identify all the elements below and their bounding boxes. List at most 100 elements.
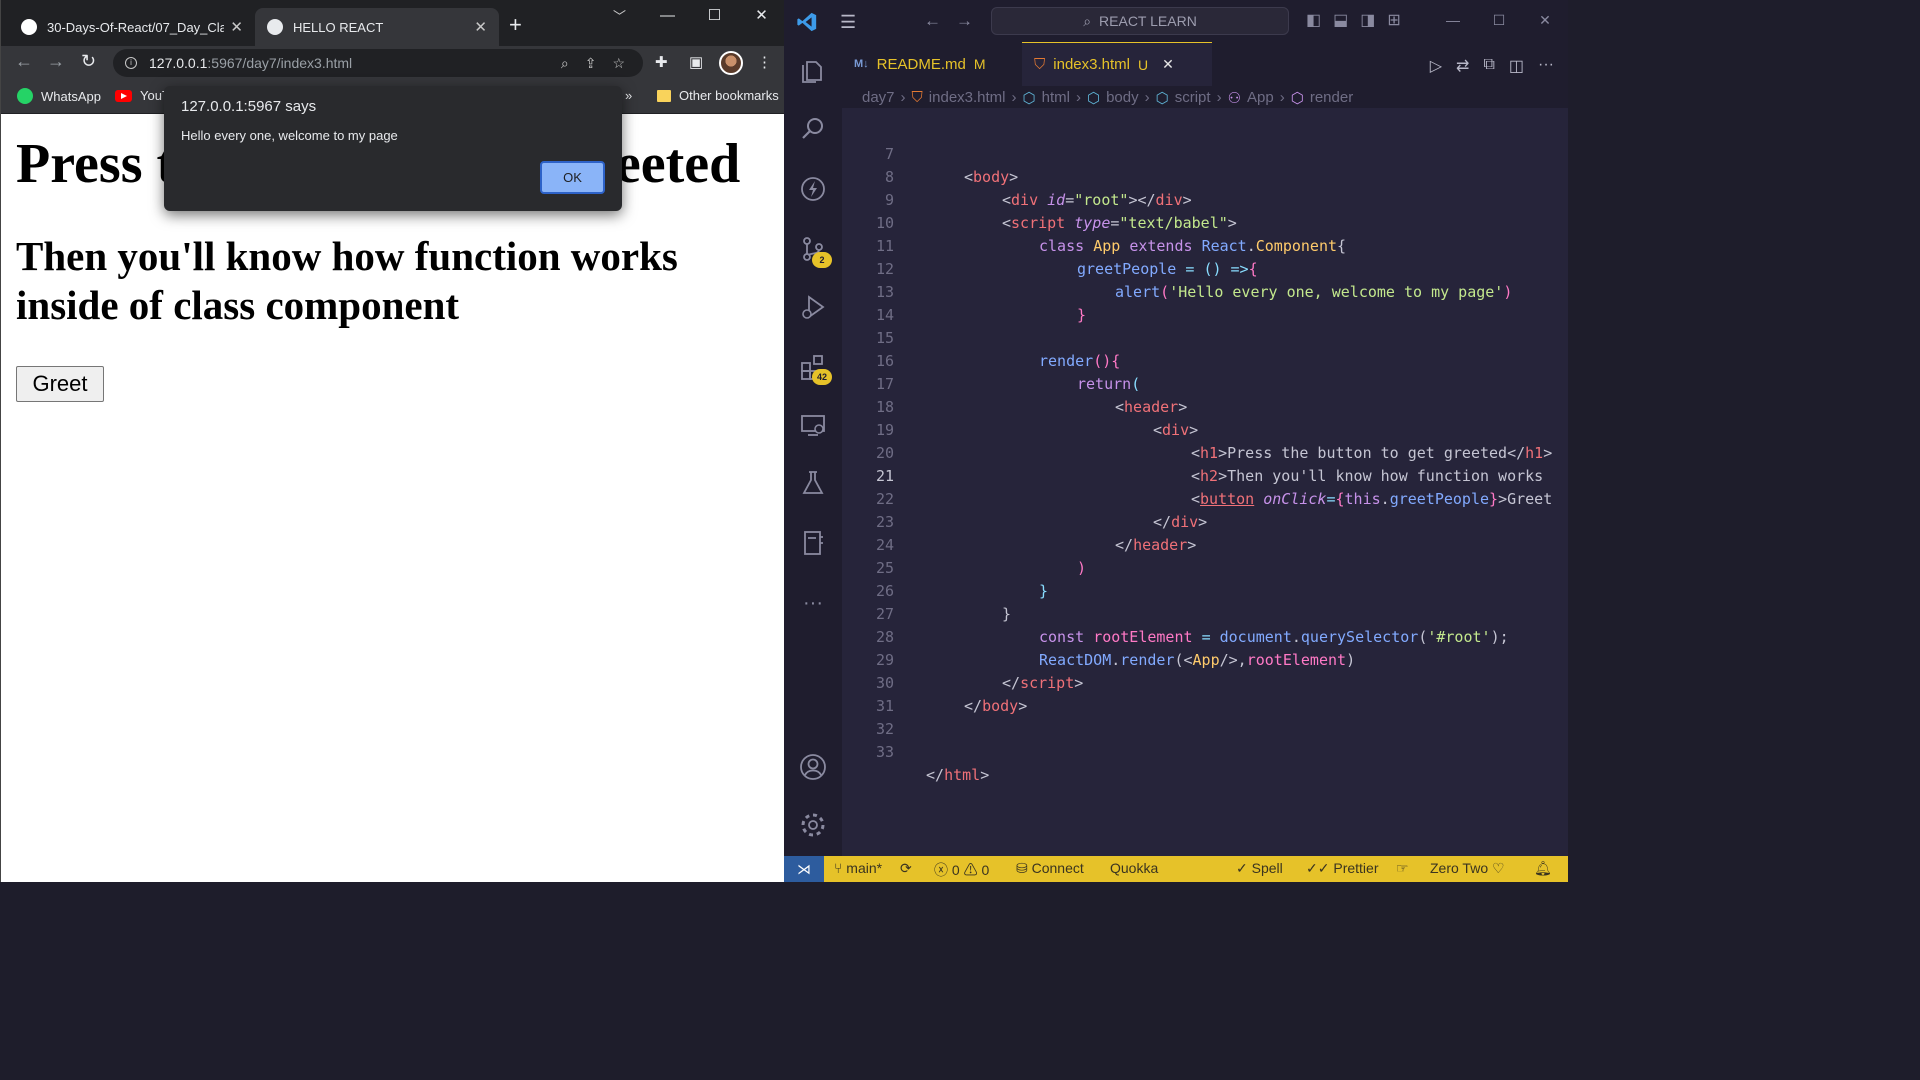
code-editor[interactable]: 7 <body> 8 <div id="root"></div> 9 <scri…	[842, 108, 1568, 856]
profile-avatar[interactable]	[719, 51, 743, 75]
connect-status[interactable]: ⛁ Connect	[1016, 860, 1084, 877]
nav-forward-icon[interactable]: →	[956, 11, 973, 31]
lightning-icon[interactable]	[798, 174, 828, 204]
side-panel-icon[interactable]: ▣	[689, 53, 703, 71]
customize-layout-icon[interactable]: ⊞	[1387, 10, 1400, 30]
editor-tabs: M↓ README.md M ⛉ index3.html U ✕ ▷ ⇄ ⧉ ◫…	[842, 42, 1568, 86]
tab-github[interactable]: 30-Days-Of-React/07_Day_Class_ ✕	[9, 8, 255, 46]
activity-bar: 2 42 ···	[784, 42, 842, 856]
accounts-icon[interactable]	[798, 752, 828, 782]
settings-gear-icon[interactable]	[798, 810, 828, 840]
code-line: 31	[842, 672, 1568, 715]
breadcrumb-file[interactable]: index3.html	[929, 89, 1006, 109]
breadcrumb-folder[interactable]: day7	[862, 89, 895, 109]
zoom-icon[interactable]: ⌕	[561, 55, 569, 72]
reload-icon[interactable]: ↻	[81, 51, 96, 72]
code-line: 28 ReactDOM.render(<App/>,rootElement)	[842, 603, 1568, 669]
breadcrumb-render[interactable]: render	[1310, 89, 1353, 109]
search-icon: ⌕	[1083, 12, 1092, 29]
scm-badge: 2	[812, 252, 832, 268]
branch-status[interactable]: ⑂ main*	[834, 860, 882, 876]
bookmark-star-icon[interactable]: ☆	[612, 55, 625, 72]
tab-index3[interactable]: ⛉ index3.html U ✕	[1022, 42, 1212, 86]
breadcrumb-body[interactable]: body	[1106, 89, 1139, 109]
close-icon[interactable]: ✕	[1522, 0, 1568, 40]
problems-status[interactable]: ⓧ 0 ⚠ 0	[934, 860, 989, 880]
tab-search-icon[interactable]: ﹀	[613, 6, 626, 25]
breadcrumb-html[interactable]: html	[1042, 89, 1070, 109]
run-debug-icon[interactable]	[798, 292, 828, 322]
run-icon[interactable]: ▷	[1430, 56, 1442, 76]
code-line: 27 const rootElement = document.querySel…	[842, 580, 1568, 646]
minimize-icon[interactable]: —	[1430, 0, 1476, 40]
code-line: 19 <h1>Press the button to get greeted</…	[842, 396, 1568, 462]
close-tab-icon[interactable]: ✕	[1162, 56, 1174, 73]
bookmark-whatsapp[interactable]: WhatsApp	[17, 88, 101, 104]
toggle-secondary-sidebar-icon[interactable]: ◨	[1360, 10, 1375, 30]
tab-readme[interactable]: M↓ README.md M	[842, 42, 1022, 86]
preview-icon[interactable]: ⧉	[1483, 56, 1494, 76]
code-line-current: 21 <button onClick={this.greetPeople}>Gr…	[842, 442, 1568, 508]
minimize-icon[interactable]: —	[644, 0, 691, 32]
remote-explorer-icon[interactable]	[798, 410, 828, 440]
bookmark-other[interactable]: Other bookmarks	[657, 88, 779, 103]
address-bar[interactable]: i 127.0.0.1:5967/day7/index3.html ⌕ ⇪ ☆	[113, 49, 643, 77]
forward-icon[interactable]: →	[47, 51, 65, 72]
notebook-icon[interactable]	[798, 528, 828, 558]
workspace-name: REACT LEARN	[1099, 13, 1197, 29]
dialog-title: 127.0.0.1:5967 says	[181, 98, 317, 115]
editor-actions: ▷ ⇄ ⧉ ◫ ···	[1430, 56, 1554, 76]
notifications-bell-icon[interactable]: 🔔︎	[1534, 860, 1552, 877]
maximize-icon[interactable]: ☐	[691, 0, 738, 32]
code-line: 17 <header>	[842, 350, 1568, 416]
ok-button[interactable]: OK	[540, 161, 605, 194]
prettier-label: Prettier	[1333, 860, 1379, 876]
tab-label: HELLO REACT	[293, 19, 384, 35]
split-editor-icon[interactable]: ◫	[1509, 56, 1524, 76]
extensions-icon[interactable]: ✚	[655, 53, 668, 71]
spell-label: Spell	[1251, 860, 1283, 876]
more-icon[interactable]: ···	[798, 588, 828, 618]
more-actions-icon[interactable]: ···	[1538, 56, 1554, 76]
remote-icon[interactable]: ⋊	[784, 856, 824, 882]
code-line: 30 </body>	[842, 649, 1568, 715]
bookmarks-overflow[interactable]: »	[625, 88, 632, 103]
explorer-icon[interactable]	[798, 56, 828, 86]
code-line: 22 </div>	[842, 465, 1568, 531]
hamburger-menu-icon[interactable]: ☰	[840, 12, 856, 33]
testing-icon[interactable]	[798, 468, 828, 498]
nav-back-icon[interactable]: ←	[924, 11, 941, 31]
breadcrumb-script[interactable]: script	[1175, 89, 1211, 109]
greet-button[interactable]: Greet	[16, 366, 104, 402]
class-icon: ⚇	[1227, 90, 1242, 107]
close-tab-icon[interactable]: ✕	[474, 18, 487, 36]
code-line: 11 greetPeople = () =>{	[842, 212, 1568, 278]
spell-status[interactable]: ✓ Spell	[1236, 860, 1283, 877]
feedback-icon[interactable]: ☞	[1396, 860, 1409, 877]
html5-icon: ⛉	[911, 89, 923, 106]
toggle-panel-icon[interactable]: ⬓	[1333, 10, 1348, 30]
theme-status[interactable]: Zero Two ♡	[1430, 860, 1505, 877]
quokka-status[interactable]: Quokka	[1110, 860, 1158, 876]
chrome-menu-icon[interactable]: ⋮	[757, 53, 772, 71]
search-icon[interactable]	[798, 114, 828, 144]
share-icon[interactable]: ⇪	[585, 55, 597, 72]
command-center-search[interactable]: ⌕ REACT LEARN	[991, 7, 1289, 35]
site-info-icon[interactable]: i	[125, 57, 137, 69]
tab-hello-react[interactable]: HELLO REACT ✕	[255, 8, 499, 46]
dialog-message: Hello every one, welcome to my page	[181, 128, 398, 143]
breadcrumb-app[interactable]: App	[1247, 89, 1274, 109]
element-icon: ⬡	[1022, 90, 1036, 107]
title-bar: ☰ ← → ⌕ REACT LEARN ◧ ⬓ ◨ ⊞ — ☐ ✕	[784, 0, 1568, 42]
close-tab-icon[interactable]: ✕	[230, 18, 243, 36]
toggle-sidebar-icon[interactable]: ◧	[1306, 10, 1321, 30]
maximize-icon[interactable]: ☐	[1476, 0, 1522, 40]
back-icon[interactable]: ←	[15, 51, 33, 72]
new-tab-button[interactable]: +	[509, 12, 522, 38]
compare-icon[interactable]: ⇄	[1456, 56, 1469, 76]
sync-icon[interactable]: ⟳	[900, 860, 912, 877]
bookmark-youtube[interactable]: YouT	[115, 88, 170, 103]
untracked-indicator: U	[1137, 56, 1149, 73]
close-icon[interactable]: ✕	[738, 0, 785, 32]
prettier-status[interactable]: ✓✓ Prettier	[1306, 860, 1378, 877]
